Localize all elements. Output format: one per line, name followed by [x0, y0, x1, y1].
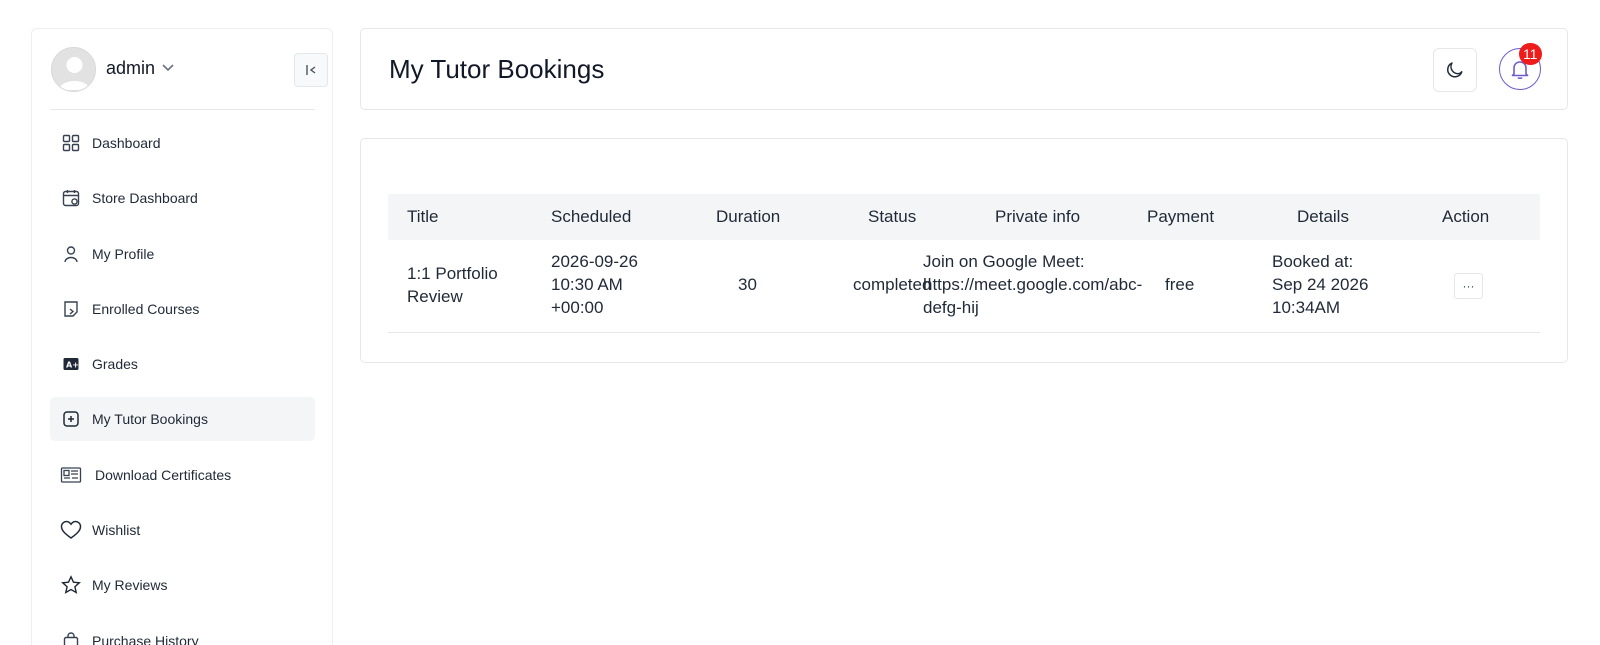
- sidebar-item-my-reviews[interactable]: My Reviews: [50, 563, 315, 607]
- sidebar-item-grades[interactable]: A+ Grades: [50, 342, 315, 386]
- grade-icon: A+: [60, 353, 82, 375]
- cell-private-info: Join on Google Meet: https://meet.google…: [923, 252, 1143, 317]
- table-row: 1:1 Portfolio Review 2026-09-26 10:30 AM…: [388, 240, 1540, 333]
- notification-count-badge: 11: [1519, 43, 1542, 65]
- sidebar: admin Dashboard Store Dashboard My Profi…: [31, 28, 333, 645]
- certificate-icon: [60, 464, 82, 486]
- heart-icon: [60, 519, 82, 541]
- table-header: Title Scheduled Duration Status Private …: [388, 194, 1540, 240]
- sidebar-item-label: Store Dashboard: [92, 190, 198, 207]
- dashboard-grid-icon: [60, 132, 82, 154]
- user-name[interactable]: admin: [106, 58, 155, 79]
- theme-toggle-button[interactable]: [1433, 48, 1477, 92]
- column-header-private-info: Private info: [995, 207, 1081, 226]
- sidebar-item-label: My Reviews: [92, 577, 168, 594]
- page-header: My Tutor Bookings 11: [360, 28, 1568, 110]
- sidebar-item-store-dashboard[interactable]: Store Dashboard: [50, 176, 315, 220]
- column-header-scheduled: Scheduled: [551, 207, 632, 226]
- cell-scheduled: 2026-09-26 10:30 AM +00:00: [551, 252, 638, 317]
- cell-status: completed: [853, 275, 932, 294]
- sidebar-item-label: My Profile: [92, 245, 155, 262]
- user-icon: [60, 243, 82, 265]
- page-title: My Tutor Bookings: [389, 54, 605, 84]
- star-icon: [60, 574, 82, 596]
- cell-title: 1:1 Portfolio Review: [407, 264, 498, 306]
- shopping-bag-icon: [60, 630, 82, 645]
- collapse-sidebar-button[interactable]: [294, 53, 328, 87]
- sidebar-item-dashboard[interactable]: Dashboard: [50, 121, 315, 165]
- avatar[interactable]: [51, 47, 96, 92]
- default-avatar-icon: [52, 48, 95, 91]
- sidebar-item-label: Dashboard: [92, 135, 161, 151]
- cell-payment: free: [1165, 275, 1195, 294]
- sidebar-item-label: Purchase History: [92, 632, 199, 645]
- sidebar-item-my-profile[interactable]: My Profile: [50, 232, 315, 276]
- course-icon: [60, 298, 82, 320]
- bookings-panel: Title Scheduled Duration Status Private …: [360, 138, 1568, 363]
- column-header-title: Title: [407, 207, 439, 226]
- column-header-action: Action: [1442, 207, 1490, 226]
- sidebar-item-label: Wishlist: [92, 522, 141, 539]
- sidebar-item-label: Download Certificates: [95, 466, 232, 483]
- svg-text:A+: A+: [66, 361, 79, 370]
- row-actions-button[interactable]: ···: [1454, 273, 1483, 299]
- chevron-down-icon[interactable]: [161, 60, 175, 79]
- moon-icon: [1447, 62, 1463, 78]
- cell-duration: 30: [738, 275, 757, 294]
- cell-details: Booked at: Sep 24 2026 10:34AM: [1272, 252, 1369, 317]
- sidebar-item-label: My Tutor Bookings: [92, 411, 208, 428]
- collapse-icon: [306, 65, 316, 75]
- calendar-settings-icon: [60, 187, 82, 209]
- column-header-status: Status: [868, 207, 917, 226]
- sidebar-nav: Dashboard Store Dashboard My Profile Enr…: [50, 121, 315, 645]
- sidebar-item-label: Enrolled Courses: [92, 300, 200, 317]
- sidebar-item-label: Grades: [92, 356, 138, 373]
- sidebar-item-enrolled-courses[interactable]: Enrolled Courses: [50, 287, 315, 331]
- sidebar-item-wishlist[interactable]: Wishlist: [50, 508, 315, 552]
- column-header-details: Details: [1297, 207, 1349, 226]
- sidebar-item-download-certificates[interactable]: Download Certificates: [50, 453, 315, 497]
- sidebar-item-my-tutor-bookings[interactable]: My Tutor Bookings: [50, 397, 315, 442]
- bookings-table: Title Scheduled Duration Status Private …: [388, 194, 1540, 333]
- sidebar-item-purchase-history[interactable]: Purchase History: [50, 619, 315, 645]
- booking-icon: [60, 408, 82, 430]
- column-header-duration: Duration: [716, 207, 781, 226]
- column-header-payment: Payment: [1147, 207, 1215, 226]
- user-menu[interactable]: admin: [51, 47, 328, 110]
